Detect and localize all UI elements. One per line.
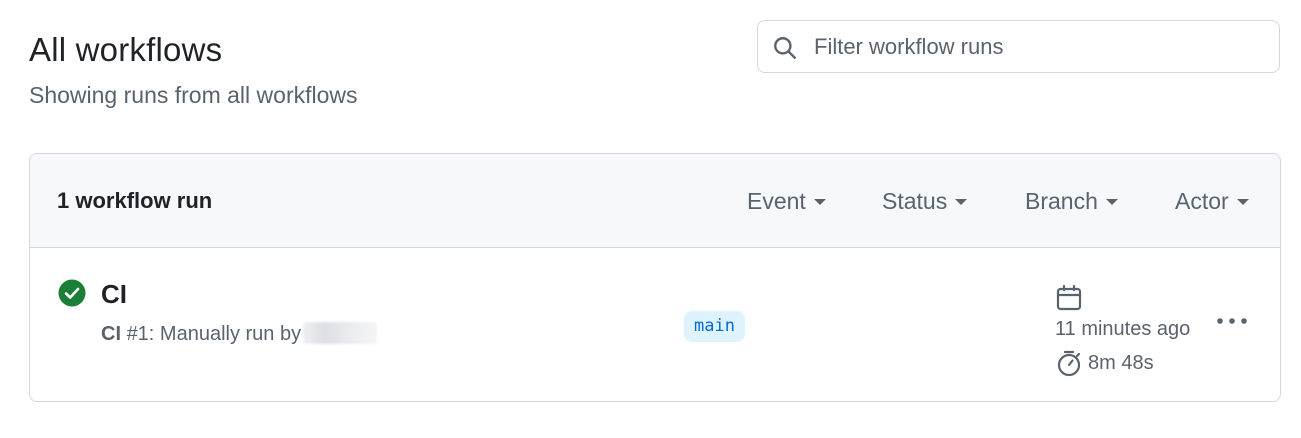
run-meta: CI #1: Manually run by xyxy=(101,320,378,348)
branch-label[interactable]: main xyxy=(684,311,745,342)
runs-count: 1 workflow run xyxy=(57,188,213,213)
stopwatch-icon xyxy=(1057,350,1081,377)
event-filter-label: Event xyxy=(747,187,806,214)
run-duration: 8m 48s xyxy=(1088,352,1154,374)
branch-filter-label: Branch xyxy=(1025,187,1098,214)
search-box[interactable] xyxy=(757,20,1280,73)
check-circle-fill-icon xyxy=(58,279,86,307)
run-time-ago: 11 minutes ago xyxy=(1055,318,1191,340)
workflow-run-row[interactable]: CI CI #1: Manually run by main 11 minute… xyxy=(30,248,1280,401)
run-description: #1: Manually run by xyxy=(126,323,302,345)
triangle-down-icon xyxy=(1236,199,1249,205)
search-icon xyxy=(774,37,796,59)
branch-filter-dropdown[interactable]: Branch xyxy=(1025,184,1118,218)
triangle-down-icon xyxy=(813,199,826,205)
actor-filter-dropdown[interactable]: Actor xyxy=(1175,184,1249,218)
calendar-icon xyxy=(1056,284,1082,311)
redacted-actor xyxy=(303,322,378,344)
runs-list-header: 1 workflow run Event Status Branch Actor xyxy=(30,154,1280,248)
actor-filter-label: Actor xyxy=(1175,187,1229,214)
run-workflow-name: CI xyxy=(101,323,121,345)
event-filter-dropdown[interactable]: Event xyxy=(747,184,826,218)
run-options-button[interactable] xyxy=(1212,306,1252,336)
search-input[interactable] xyxy=(814,21,1264,72)
status-filter-dropdown[interactable]: Status xyxy=(882,184,968,218)
kebab-horizontal-icon xyxy=(1217,318,1247,324)
page-subtitle: Showing runs from all workflows xyxy=(29,82,358,108)
triangle-down-icon xyxy=(1105,199,1118,205)
status-filter-label: Status xyxy=(882,187,948,214)
triangle-down-icon xyxy=(955,199,968,205)
page-title: All workflows xyxy=(29,31,223,68)
run-title-link[interactable]: CI xyxy=(101,278,127,310)
workflow-runs-list: 1 workflow run Event Status Branch Actor xyxy=(29,153,1281,402)
workflow-runs-page: All workflows Showing runs from all work… xyxy=(0,0,1301,438)
